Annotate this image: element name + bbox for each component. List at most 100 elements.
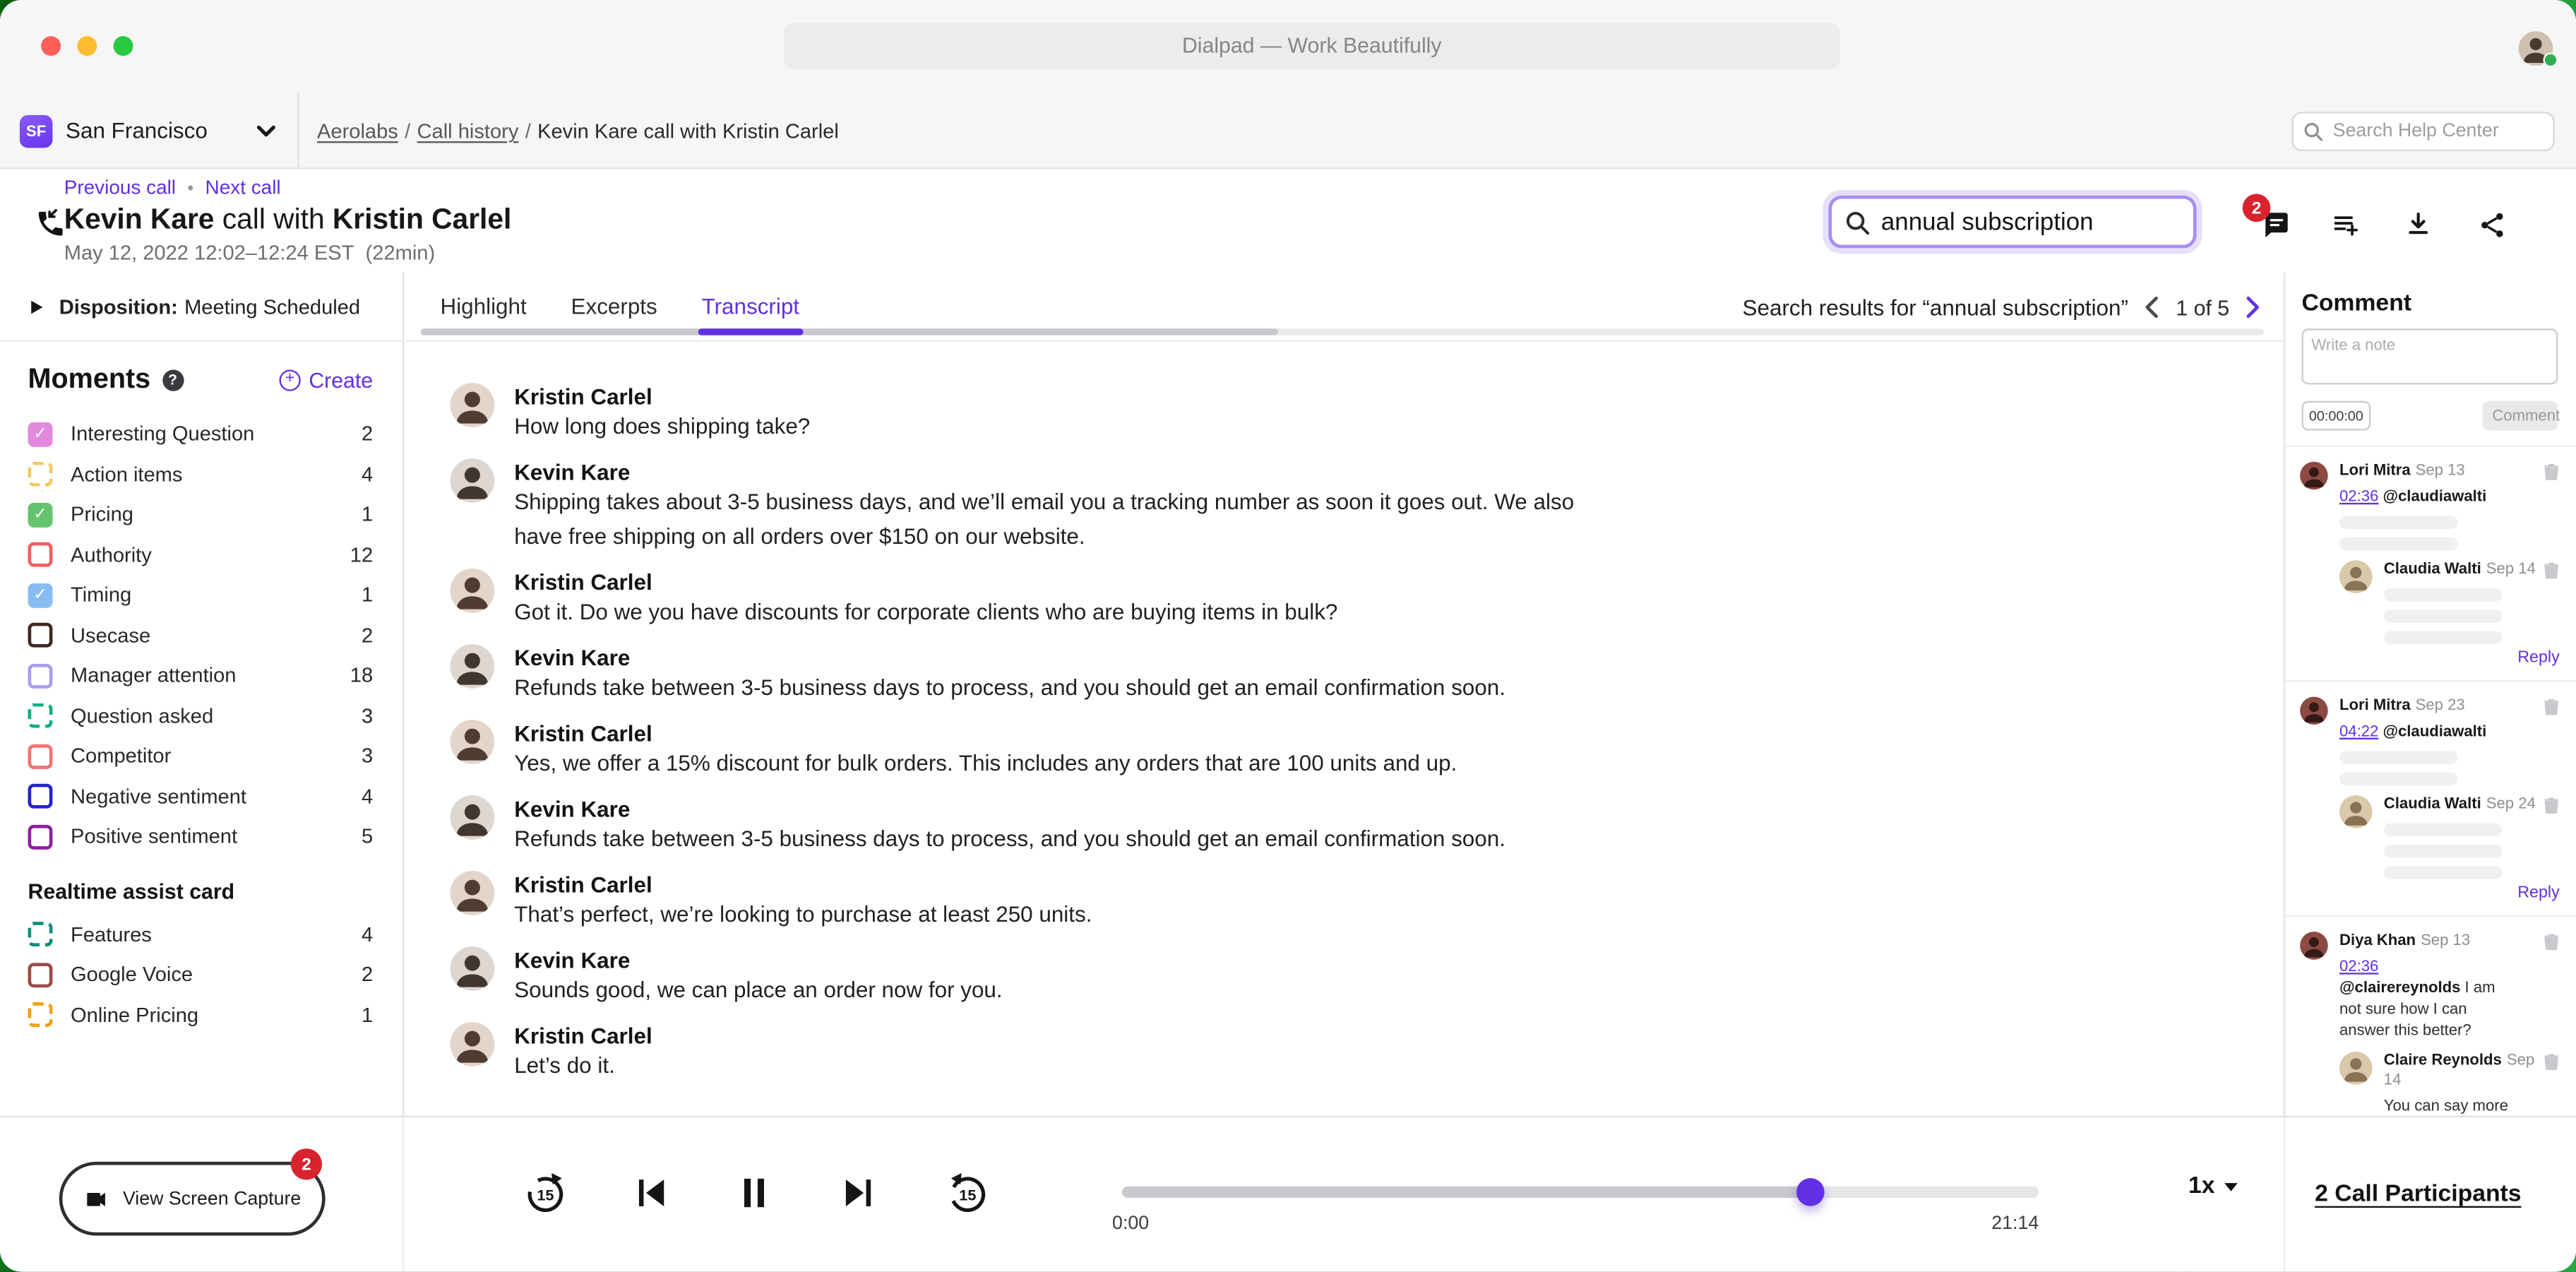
moment-row[interactable]: Action items 4 [28, 454, 374, 494]
office-switcher[interactable]: SF San Francisco [0, 94, 299, 168]
help-search[interactable] [2292, 112, 2555, 151]
moment-row[interactable]: Question asked 3 [28, 696, 374, 736]
call-header: Previous call•Next call Kevin Kare call … [0, 170, 2576, 268]
moment-checkbox[interactable] [28, 623, 53, 648]
moment-row[interactable]: Interesting Question 2 [28, 414, 374, 454]
minimize-window-button[interactable] [77, 36, 97, 56]
realtime-checkbox[interactable] [28, 963, 53, 987]
comment-note-input[interactable] [2301, 328, 2558, 384]
download-button[interactable] [2404, 210, 2433, 240]
help-icon[interactable]: ? [162, 369, 183, 390]
replay-15-button[interactable]: 15 [945, 1170, 991, 1215]
create-moment-button[interactable]: + Create [279, 367, 373, 392]
forward-15-button[interactable]: 15 [523, 1170, 568, 1215]
titlebar: Dialpad — Work Beautifully [0, 0, 2576, 94]
moment-count: 1 [362, 503, 373, 526]
realtime-row[interactable]: Google Voice 2 [28, 955, 374, 995]
avatar [450, 643, 494, 688]
next-result-button[interactable] [2246, 296, 2260, 319]
mention[interactable]: @claudiawalti [2383, 488, 2486, 506]
transcript-search[interactable] [1828, 196, 2196, 248]
reply-link[interactable]: Reply [2517, 649, 2560, 667]
moment-checkbox[interactable] [28, 824, 53, 849]
tab-excerpts[interactable]: Excerpts [571, 273, 657, 340]
progress-thumb[interactable] [1796, 1178, 1824, 1206]
moment-checkbox[interactable] [28, 422, 53, 446]
reply-link[interactable]: Reply [2517, 884, 2560, 903]
realtime-row[interactable]: Features 4 [28, 915, 374, 955]
moment-checkbox[interactable] [28, 462, 53, 487]
breadcrumb-link-call-history[interactable]: Call history [417, 120, 519, 143]
comment-timestamp-input[interactable] [2301, 401, 2371, 431]
mention[interactable]: @clairereynolds [2339, 980, 2460, 998]
share-icon [2477, 210, 2507, 240]
moment-checkbox[interactable] [28, 784, 53, 809]
moment-count: 4 [362, 785, 373, 808]
realtime-label: Online Pricing [71, 1004, 362, 1027]
realtime-label: Features [71, 923, 362, 946]
comment-date: Sep 13 [2421, 932, 2470, 950]
pause-button[interactable] [733, 1172, 775, 1214]
breadcrumb-link-aerolabs[interactable]: Aerolabs [317, 120, 398, 143]
comment-date: Sep 24 [2486, 795, 2536, 814]
moment-checkbox[interactable] [28, 583, 53, 607]
help-search-input[interactable] [2330, 115, 2543, 148]
realtime-checkbox[interactable] [28, 922, 53, 947]
speaker-name: Kristin Carlel [514, 719, 1457, 747]
zoom-window-button[interactable] [114, 36, 133, 56]
moment-row[interactable]: Pricing 1 [28, 494, 374, 535]
share-button[interactable] [2477, 210, 2507, 240]
moment-checkbox[interactable] [28, 502, 53, 527]
call-participants-link[interactable]: 2 Call Participants [2315, 1182, 2521, 1208]
moment-row[interactable]: Authority 12 [28, 535, 374, 575]
playback-speed-selector[interactable]: 1x [2188, 1173, 2238, 1199]
trash-icon[interactable] [2543, 795, 2559, 815]
comment-date: Sep 14 [2486, 560, 2536, 578]
moment-row[interactable]: Timing 1 [28, 575, 374, 615]
realtime-row[interactable]: Online Pricing 1 [28, 995, 374, 1035]
breadcrumb: Aerolabs/Call history/Kevin Kare call wi… [317, 94, 839, 170]
moment-checkbox[interactable] [28, 703, 53, 728]
moment-row[interactable]: Negative sentiment 4 [28, 776, 374, 816]
avatar [2300, 462, 2328, 490]
moment-row[interactable]: Manager attention 18 [28, 655, 374, 696]
previous-call-link[interactable]: Previous call [64, 176, 176, 199]
playlist-add-icon [2331, 210, 2361, 240]
avatar [450, 1021, 494, 1066]
trash-icon[interactable] [2543, 696, 2559, 716]
timestamp-link[interactable]: 04:22 [2339, 723, 2378, 742]
trash-icon[interactable] [2543, 462, 2559, 482]
trash-icon[interactable] [2543, 1052, 2559, 1071]
skip-next-button[interactable] [838, 1172, 881, 1214]
comment-text: You can say more about the benefits of t… [2384, 1096, 2522, 1116]
next-call-link[interactable]: Next call [205, 176, 281, 199]
search-icon [2303, 121, 2323, 141]
timestamp-link[interactable]: 02:36 [2339, 958, 2378, 976]
moment-checkbox[interactable] [28, 542, 53, 567]
disposition-row[interactable]: Disposition: Meeting Scheduled [0, 273, 402, 342]
current-time: 0:00 [1112, 1214, 1149, 1234]
mention[interactable]: @claudiawalti [2383, 723, 2486, 742]
trash-icon[interactable] [2543, 560, 2559, 580]
search-results-bar: Search results for “annual subscription”… [1743, 273, 2261, 342]
view-screen-capture-button[interactable]: View Screen Capture [59, 1162, 326, 1236]
close-window-button[interactable] [41, 36, 61, 56]
person-icon [450, 458, 494, 503]
player-right: 2 Call Participants [2284, 1117, 2576, 1272]
skip-previous-button[interactable] [629, 1172, 672, 1214]
tab-highlight[interactable]: Highlight [441, 273, 527, 340]
moment-row[interactable]: Competitor 3 [28, 736, 374, 776]
moment-checkbox[interactable] [28, 663, 53, 688]
moment-row[interactable]: Positive sentiment 5 [28, 816, 374, 857]
previous-result-button[interactable] [2145, 296, 2159, 319]
realtime-checkbox[interactable] [28, 1003, 53, 1028]
transcript-search-input[interactable] [1878, 202, 2186, 242]
trash-icon[interactable] [2543, 932, 2559, 951]
moment-checkbox[interactable] [28, 744, 53, 768]
moment-row[interactable]: Usecase 2 [28, 615, 374, 655]
timestamp-link[interactable]: 02:36 [2339, 488, 2378, 506]
progress-bar[interactable] [1122, 1187, 2039, 1198]
comment-submit-button[interactable]: Comment [2482, 401, 2558, 431]
tab-transcript[interactable]: Transcript [702, 273, 799, 340]
add-to-playlist-button[interactable] [2331, 210, 2361, 240]
